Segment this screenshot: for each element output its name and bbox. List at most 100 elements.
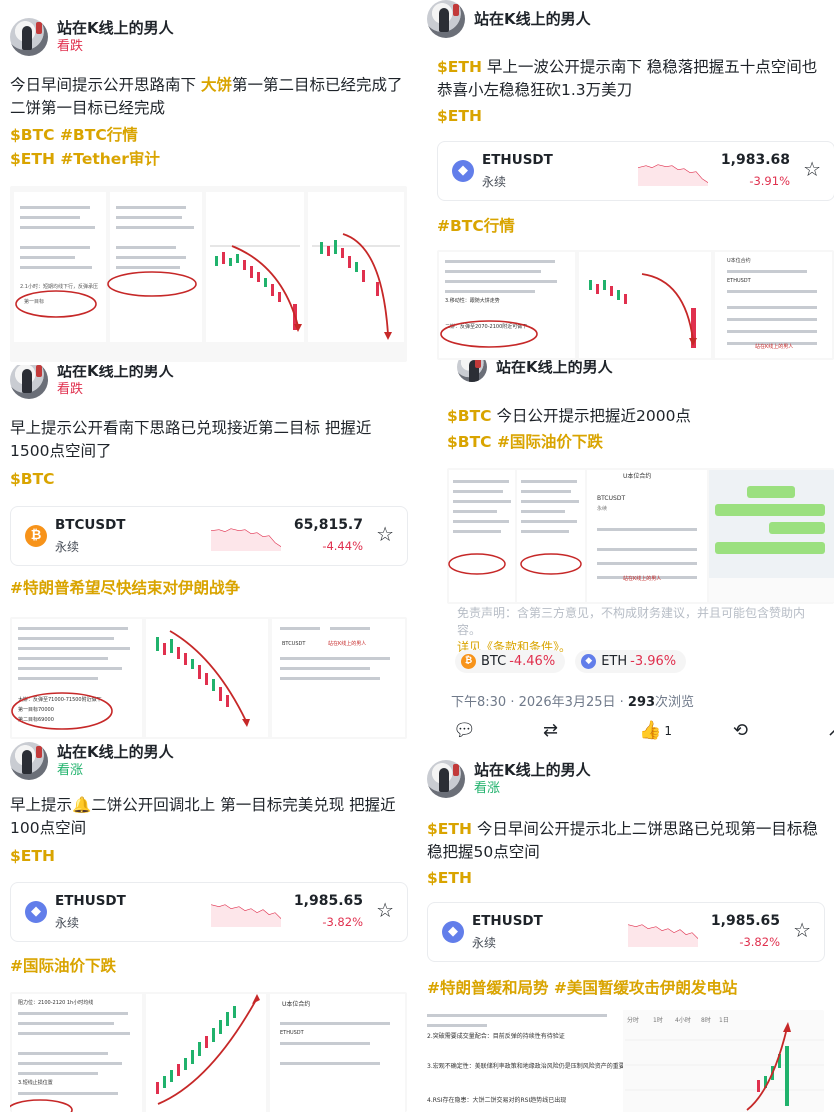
- coin-tag[interactable]: $ETH: [427, 820, 472, 838]
- tip-icon[interactable]: ⟲: [733, 720, 748, 742]
- tag-line[interactable]: $BTC #BTC行情: [10, 123, 407, 147]
- post-image[interactable]: 3.移动性：跟随大饼走势 二饼：反弹至2070-2100附近可做下 U本位合约 …: [437, 250, 834, 360]
- post-meta: 下午8:30 · 2026年3月25日 · 293次浏览: [451, 695, 695, 710]
- screenshot-text: 3.移动性：跟随大饼走势: [445, 297, 500, 304]
- post-card[interactable]: 站在K线上的男人 看涨 $ETH 今日早间公开提示北上二饼思路已兑现第一目标稳稳…: [417, 752, 834, 1112]
- author-name[interactable]: 站在K线上的男人: [496, 360, 613, 377]
- screenshot-text: 2.1小时：短期均线下行，反弹承压: [20, 283, 98, 290]
- sentiment-badge: 看跌: [57, 38, 84, 54]
- post-text: $ETH 早上一波公开提示南下 稳稳落把握五十点空间也恭喜小左稳稳狂砍1.3万美…: [437, 58, 818, 99]
- repost-icon[interactable]: ⇄: [543, 720, 558, 742]
- coin-tag[interactable]: $ETH: [437, 58, 482, 76]
- svg-text:8时: 8时: [701, 1016, 711, 1024]
- svg-text:分时: 分时: [627, 1016, 639, 1024]
- screenshot-text: 3.宏观不确定性：美联储利率政策和地缘政治风险仍是压制风险资产的重要因素: [427, 1062, 637, 1070]
- screenshot-text: 第一目标70000: [18, 706, 54, 713]
- star-icon[interactable]: ☆: [376, 522, 394, 546]
- avatar[interactable]: [457, 360, 487, 382]
- post-text: 早上提示🔔二饼公开回调北上 第一目标完美兑现 把握近100点空间: [10, 796, 396, 837]
- screenshot-text: ETHUSDT: [727, 278, 752, 284]
- action-bar: 💬︎ ⇄ 👍1 ⟲ ↗: [453, 720, 834, 744]
- watermark: 站在K线上的男人: [755, 343, 793, 350]
- ticker-change: -4.44%: [322, 539, 363, 553]
- ticker-type: 永续: [472, 936, 497, 950]
- tag-line[interactable]: $ETH: [10, 844, 407, 868]
- author-name[interactable]: 站在K线上的男人: [57, 743, 174, 762]
- screenshot-text: ETHUSDT: [280, 1030, 305, 1036]
- avatar[interactable]: [10, 365, 48, 399]
- post-card[interactable]: 站在K线上的男人 $ETH 早上一波公开提示南下 稳稳落把握五十点空间也恭喜小左…: [417, 0, 834, 360]
- author-name[interactable]: 站在K线上的男人: [57, 365, 174, 381]
- screenshot-text: U本位合约: [282, 1000, 310, 1008]
- post-image[interactable]: U本位合约 BTCUSDT 永续 站在K线上的男人: [447, 468, 834, 604]
- ticker-type: 永续: [55, 540, 80, 554]
- coin-chip[interactable]: ₿ BTC -4.46%: [455, 650, 566, 673]
- sparkline: [628, 924, 698, 947]
- avatar[interactable]: [427, 0, 465, 38]
- post-tags: $BTC: [10, 467, 407, 491]
- post-image[interactable]: 大饼：反弹至71000-71500附近做下 第一目标70000 第二目标6900…: [10, 617, 407, 739]
- avatar[interactable]: [10, 18, 48, 56]
- coin-tag[interactable]: $BTC: [447, 407, 492, 425]
- post-image[interactable]: 阻力位：2100-2120 1h小时均线 3.短线止损位置 U本位合约 ETHU…: [10, 992, 407, 1112]
- ticker-price: 1,983.68: [720, 152, 790, 168]
- post-header: 站在K线上的男人: [427, 0, 591, 38]
- screenshot-text: 永续: [597, 505, 607, 512]
- post-text: $ETH 今日早间公开提示北上二饼思路已兑现第一目标稳稳把握50点空间: [427, 820, 818, 861]
- ticker-card[interactable]: ◆ ETHUSDT 永续 1,985.65 -3.82% ☆: [427, 902, 825, 962]
- bitcoin-icon: ₿: [461, 654, 476, 669]
- ticker-symbol: BTCUSDT: [55, 517, 126, 533]
- star-icon[interactable]: ☆: [376, 898, 394, 922]
- post-image[interactable]: 2.突破需要成交量配合：目前反弹的持续性有待验证 3.宏观不确定性：美联储利率政…: [427, 1010, 824, 1112]
- tag-line[interactable]: $ETH: [427, 866, 824, 890]
- post-tags: $ETH: [437, 104, 824, 128]
- post-card[interactable]: 站在K线上的男人 看跌 今日早间提示公开思路南下 大饼第一第二目标已经完成了 二…: [0, 0, 417, 365]
- ethereum-icon: ◆: [581, 654, 597, 669]
- avatar[interactable]: [427, 760, 465, 798]
- ticker-symbol: ETHUSDT: [472, 913, 543, 929]
- post-card[interactable]: 站在K线上的男人 看涨 早上提示🔔二饼公开回调北上 第一目标完美兑现 把握近10…: [0, 742, 417, 1112]
- post-tags: $BTC #国际油价下跌: [447, 430, 824, 454]
- post-hashtag[interactable]: #特朗普缓和局势 #美国暂缓攻击伊朗发电站: [427, 976, 824, 1000]
- star-icon[interactable]: ☆: [803, 157, 821, 181]
- star-icon[interactable]: ☆: [793, 918, 811, 942]
- highlight-keyword: 大饼: [200, 76, 232, 94]
- post-hashtag[interactable]: #国际油价下跌: [10, 954, 407, 978]
- screenshot-text: U本位合约: [727, 257, 751, 264]
- ticker-change: -3.82%: [322, 915, 363, 929]
- tag-line[interactable]: $BTC #国际油价下跌: [447, 430, 824, 454]
- ticker-price: 1,985.65: [710, 913, 780, 929]
- tag-line[interactable]: $ETH: [437, 104, 824, 128]
- post-card[interactable]: 站在K线上的男人 看跌 早上提示公开看南下思路已兑现接近第二目标 把握近1500…: [0, 365, 417, 742]
- author-name[interactable]: 站在K线上的男人: [474, 761, 591, 780]
- coin-chip[interactable]: ◆ ETH -3.96%: [575, 650, 687, 673]
- author-name[interactable]: 站在K线上的男人: [57, 19, 174, 38]
- svg-text:4小时: 4小时: [675, 1016, 691, 1024]
- post-image[interactable]: 2.1小时：短期均线下行，反弹承压 第一目标: [10, 186, 407, 362]
- ticker-card[interactable]: ₿ BTCUSDT 永续 65,815.7 -4.44% ☆: [10, 506, 408, 566]
- post-card[interactable]: 站在K线上的男人 $BTC 今日公开提示把握近2000点 $BTC #国际油价下…: [417, 360, 834, 752]
- screenshot-text: 2.突破需要成交量配合：目前反弹的持续性有待验证: [427, 1032, 565, 1040]
- post-hashtag[interactable]: #特朗普希望尽快结束对伊朗战争: [10, 576, 407, 600]
- post-header: 站在K线上的男人 看涨: [427, 760, 591, 798]
- left-feed-column: 站在K线上的男人 看跌 今日早间提示公开思路南下 大饼第一第二目标已经完成了 二…: [0, 0, 417, 1112]
- share-icon[interactable]: ↗: [827, 720, 834, 742]
- ticker-type: 永续: [482, 175, 507, 189]
- post-hashtag[interactable]: #BTC行情: [437, 214, 824, 238]
- watermark: 站在K线上的男人: [623, 575, 661, 582]
- author-name[interactable]: 站在K线上的男人: [474, 10, 591, 29]
- tag-line[interactable]: $BTC: [10, 467, 407, 491]
- post-header: 站在K线上的男人: [457, 360, 613, 382]
- ticker-price: 65,815.7: [293, 517, 363, 533]
- avatar[interactable]: [10, 742, 48, 780]
- post-header: 站在K线上的男人 看跌: [10, 365, 174, 399]
- like-icon[interactable]: 👍 1: [639, 720, 672, 742]
- ticker-card[interactable]: ◆ ETHUSDT 永续 1,985.65 -3.82% ☆: [10, 882, 408, 942]
- ticker-symbol: ETHUSDT: [482, 152, 553, 168]
- tag-line[interactable]: $ETH #Tether审计: [10, 147, 407, 171]
- ticker-card[interactable]: ◆ ETHUSDT 永续 1,983.68 -3.91% ☆: [437, 141, 834, 201]
- sentiment-badge: 看涨: [474, 780, 501, 796]
- ticker-change: -3.82%: [739, 935, 780, 949]
- comment-icon[interactable]: 💬︎: [453, 720, 476, 742]
- screenshot-text: 第一目标: [24, 298, 44, 305]
